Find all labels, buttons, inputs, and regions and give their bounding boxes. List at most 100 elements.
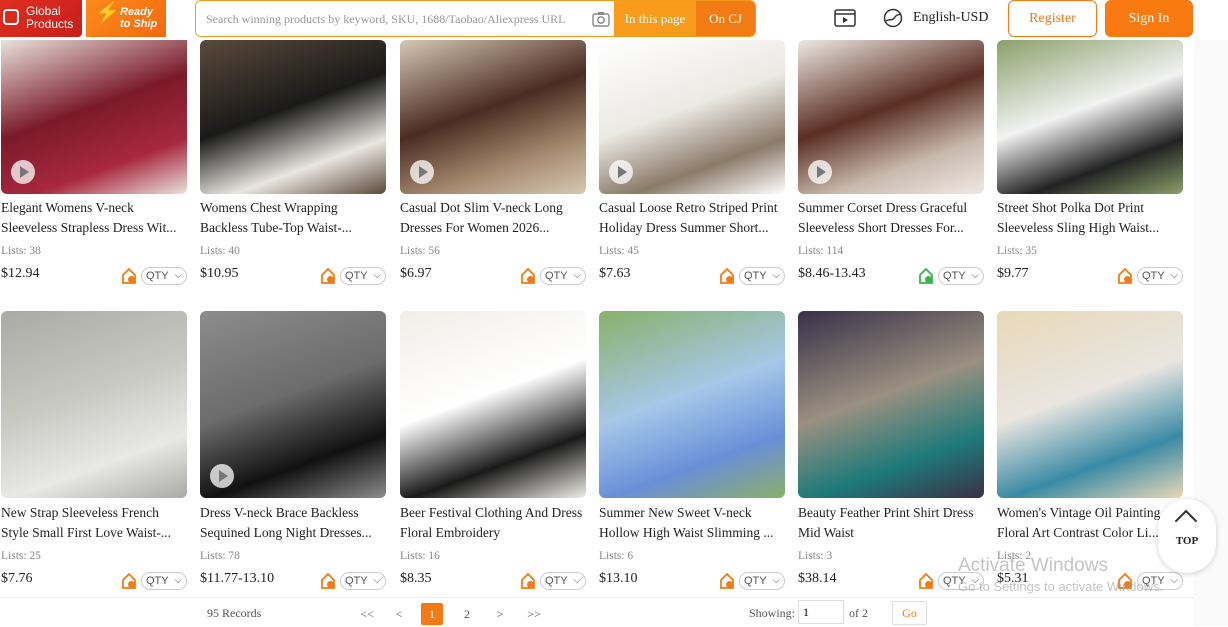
product-image[interactable] [200, 311, 386, 498]
qty-dropdown[interactable]: QTY ⌵ [540, 267, 586, 285]
product-title[interactable]: Dress V-neck Brace Backless Sequined Lon… [200, 503, 386, 543]
product-title[interactable]: Summer Corset Dress Graceful Sleeveless … [798, 198, 984, 238]
play-video-icon[interactable] [410, 160, 434, 184]
page-2-button[interactable]: 2 [456, 603, 478, 625]
go-button[interactable]: Go [892, 601, 927, 625]
product-lists-count: Lists: 3 [798, 550, 833, 562]
qty-dropdown[interactable]: QTY ⌵ [739, 572, 785, 590]
product-title-text[interactable]: Beer Festival Clothing And Dress Floral … [400, 503, 586, 543]
warehouse-shield-icon[interactable] [320, 267, 336, 285]
product-title-text[interactable]: Dress V-neck Brace Backless Sequined Lon… [200, 503, 386, 543]
back-to-top-button[interactable]: TOP [1158, 499, 1216, 573]
page-1-button[interactable]: 1 [421, 603, 443, 625]
qty-dropdown[interactable]: QTY ⌵ [141, 267, 187, 285]
page-number-input[interactable] [798, 600, 844, 624]
product-price: $7.63 [599, 266, 631, 281]
product-title-text[interactable]: Summer New Sweet V-neck Hollow High Wais… [599, 503, 785, 543]
product-image[interactable] [599, 311, 785, 498]
next-page-button[interactable]: > [489, 603, 511, 625]
product-price: $9.77 [997, 266, 1029, 281]
qty-dropdown[interactable]: QTY ⌵ [938, 267, 984, 285]
sign-in-button[interactable]: Sign In [1105, 0, 1193, 37]
camera-icon[interactable] [588, 1, 614, 36]
language-currency-selector[interactable]: English-USD [913, 10, 988, 26]
global-products-logo[interactable]: Global Products [0, 0, 82, 37]
qty-dropdown[interactable]: QTY ⌵ [540, 572, 586, 590]
warehouse-shield-icon[interactable] [520, 572, 536, 590]
last-page-button[interactable]: >> [523, 603, 545, 625]
product-title[interactable]: Beauty Feather Print Shirt Dress Mid Wai… [798, 503, 984, 543]
product-image[interactable] [400, 311, 586, 498]
product-title[interactable]: New Strap Sleeveless French Style Small … [1, 503, 187, 543]
product-title-text[interactable]: Beauty Feather Print Shirt Dress Mid Wai… [798, 503, 984, 543]
product-image[interactable] [798, 311, 984, 498]
search-on-cj-button[interactable]: On CJ [696, 1, 755, 36]
product-title[interactable]: Elegant Womens V-neck Sleeveless Straple… [1, 198, 187, 238]
product-title-text[interactable]: Elegant Womens V-neck Sleeveless Straple… [1, 198, 187, 238]
warehouse-shield-icon[interactable] [719, 572, 735, 590]
qty-dropdown[interactable]: QTY ⌵ [340, 572, 386, 590]
video-icon[interactable] [834, 8, 856, 28]
verified-shield-icon[interactable] [918, 267, 934, 285]
qty-label: QTY [146, 575, 169, 587]
product-price: $12.94 [1, 266, 40, 281]
product-lists-count: Lists: 35 [997, 245, 1037, 257]
play-video-icon[interactable] [609, 160, 633, 184]
register-button[interactable]: Register [1008, 0, 1097, 37]
qty-dropdown[interactable]: QTY ⌵ [141, 572, 187, 590]
product-title-text[interactable]: Casual Loose Retro Striped Print Holiday… [599, 198, 785, 238]
search-input[interactable] [196, 1, 588, 36]
product-title[interactable]: Summer New Sweet V-neck Hollow High Wais… [599, 503, 785, 543]
product-title[interactable]: Womens Chest Wrapping Backless Tube-Top … [200, 198, 386, 238]
product-title-text[interactable]: Casual Dot Slim V-neck Long Dresses For … [400, 198, 586, 238]
ready-to-ship-logo[interactable]: ⚡ Ready to Ship [86, 0, 166, 37]
product-price: $8.35 [400, 571, 432, 586]
warehouse-shield-icon[interactable] [520, 267, 536, 285]
warehouse-shield-icon[interactable] [918, 572, 934, 590]
product-image[interactable] [400, 40, 586, 194]
ready-to-ship-label: Ready to Ship [120, 6, 158, 30]
product-image[interactable] [599, 40, 785, 194]
product-price: $8.46-13.43 [798, 266, 866, 281]
warehouse-shield-icon[interactable] [320, 572, 336, 590]
qty-dropdown[interactable]: QTY ⌵ [739, 267, 785, 285]
qty-label: QTY [744, 270, 767, 282]
play-video-icon[interactable] [11, 160, 35, 184]
product-image[interactable] [200, 40, 386, 194]
warehouse-shield-icon[interactable] [719, 267, 735, 285]
product-image[interactable] [997, 40, 1183, 194]
product-title[interactable]: Casual Loose Retro Striped Print Holiday… [599, 198, 785, 238]
top-header: Global Products ⚡ Ready to Ship In this … [0, 0, 1228, 40]
qty-dropdown[interactable]: QTY ⌵ [340, 267, 386, 285]
chevron-down-icon: ⌵ [772, 575, 780, 586]
product-title[interactable]: Women's Vintage Oil Painting Floral Art … [997, 503, 1183, 543]
product-title[interactable]: Street Shot Polka Dot Print Sleeveless S… [997, 198, 1183, 238]
product-title-text[interactable]: Womens Chest Wrapping Backless Tube-Top … [200, 198, 386, 238]
product-image[interactable] [997, 311, 1183, 498]
product-title-text[interactable]: Women's Vintage Oil Painting Floral Art … [997, 503, 1183, 543]
prev-page-button[interactable]: < [388, 603, 410, 625]
product-title[interactable]: Beer Festival Clothing And Dress Floral … [400, 503, 586, 543]
qty-label: QTY [345, 270, 368, 282]
product-title-text[interactable]: Summer Corset Dress Graceful Sleeveless … [798, 198, 984, 238]
chevron-down-icon: ⌵ [373, 575, 381, 586]
warehouse-shield-icon[interactable] [121, 572, 137, 590]
search-in-this-page-button[interactable]: In this page [614, 1, 696, 36]
product-title-text[interactable]: New Strap Sleeveless French Style Small … [1, 503, 187, 543]
product-price: $6.97 [400, 266, 432, 281]
product-image[interactable] [798, 40, 984, 194]
box-icon [3, 9, 19, 25]
play-video-icon[interactable] [808, 160, 832, 184]
first-page-button[interactable]: << [356, 603, 378, 625]
warehouse-shield-icon[interactable] [121, 267, 137, 285]
warehouse-shield-icon[interactable] [1117, 267, 1133, 285]
play-video-icon[interactable] [210, 464, 234, 488]
globe-icon[interactable] [883, 8, 903, 28]
product-price: $38.14 [798, 571, 837, 586]
product-image[interactable] [1, 40, 187, 194]
product-title-text[interactable]: Street Shot Polka Dot Print Sleeveless S… [997, 198, 1183, 238]
qty-dropdown[interactable]: QTY ⌵ [1137, 267, 1183, 285]
product-title[interactable]: Casual Dot Slim V-neck Long Dresses For … [400, 198, 586, 238]
qty-label: QTY [545, 270, 568, 282]
product-image[interactable] [1, 311, 187, 498]
